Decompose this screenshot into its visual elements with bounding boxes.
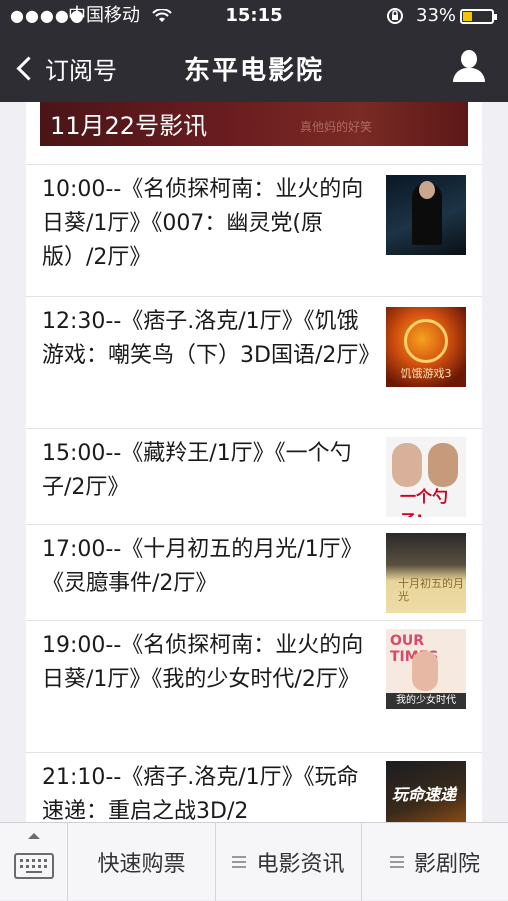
- schedule-text: 17:00--《十月初五的月光/1厅》《灵臆事件/2厅》: [42, 537, 363, 596]
- keyboard-toggle-button[interactable]: [0, 823, 68, 901]
- schedule-row[interactable]: 19:00--《名侦探柯南：业火的向日葵/1厅》《我的少女时代/2厅》 OUR …: [26, 620, 482, 752]
- chevron-up-icon: [28, 833, 40, 839]
- schedule-row[interactable]: 10:00--《名侦探柯南：业火的向日葵/1厅》《007：幽灵党(原版）/2厅》: [26, 164, 482, 296]
- status-bar: ●●●●● 中国移动 15:15 33%: [0, 0, 508, 32]
- schedule-row[interactable]: 15:00--《藏羚王/1厅》《一个勺子/2厅》 一个勺子!: [26, 428, 482, 524]
- menu-label: 快速购票: [97, 852, 186, 877]
- schedule-text: 10:00--《名侦探柯南：业火的向日葵/1厅》《007：幽灵党(原版）/2厅》: [42, 177, 364, 270]
- rotation-lock-icon: [387, 8, 403, 24]
- poster-image: OUR TIMES 我的少女时代: [386, 629, 466, 709]
- profile-icon[interactable]: [452, 48, 486, 84]
- top-bar: ●●●●● 中国移动 15:15 33% 订阅号 东平电影院: [0, 0, 508, 102]
- menu-movie-news[interactable]: 电影资讯: [216, 823, 362, 901]
- menu-label: 影剧院: [413, 852, 480, 877]
- poster-image: 一个勺子!: [386, 437, 466, 517]
- schedule-row[interactable]: 21:10--《痞子.洛克/1厅》《玩命速递：重启之战3D/2 玩命速递: [26, 752, 482, 822]
- banner-title: 11月22号影讯: [50, 112, 208, 140]
- menu-label: 电影资讯: [256, 852, 345, 877]
- nav-bar: 订阅号 东平电影院: [0, 32, 508, 102]
- schedule-text: 15:00--《藏羚王/1厅》《一个勺子/2厅》: [42, 441, 352, 500]
- battery-percentage: 33%: [416, 5, 457, 26]
- schedule-text: 12:30--《痞子.洛克/1厅》《饥饿游戏：嘲笑鸟（下）3D国语/2厅》: [42, 309, 381, 368]
- page-title: 东平电影院: [183, 56, 324, 86]
- list-icon: [232, 856, 247, 868]
- keyboard-icon: [14, 853, 54, 879]
- poster-image: 饥饿游戏3: [386, 307, 466, 387]
- poster-image: 玩命速递: [386, 761, 466, 822]
- schedule-row[interactable]: 12:30--《痞子.洛克/1厅》《饥饿游戏：嘲笑鸟（下）3D国语/2厅》 饥饿…: [26, 296, 482, 428]
- menu-quick-ticket[interactable]: 快速购票: [68, 823, 216, 901]
- poster-image: 十月初五的月光: [386, 533, 466, 613]
- menu-theater[interactable]: 影剧院: [362, 823, 508, 901]
- schedule-row[interactable]: 17:00--《十月初五的月光/1厅》《灵臆事件/2厅》 十月初五的月光: [26, 524, 482, 620]
- battery-icon: [460, 9, 497, 24]
- list-icon: [389, 856, 404, 868]
- article-content[interactable]: 真他妈的好笑 11月22号影讯 10:00--《名侦探柯南：业火的向日葵/1厅》…: [26, 102, 482, 822]
- poster-image: [386, 175, 466, 255]
- schedule-text: 21:10--《痞子.洛克/1厅》《玩命速递：重启之战3D/2: [42, 765, 359, 822]
- schedule-text: 19:00--《名侦探柯南：业火的向日葵/1厅》《我的少女时代/2厅》: [42, 633, 364, 692]
- bottom-menu: 快速购票 电影资讯 影剧院: [0, 822, 508, 901]
- banner-decoration: 真他妈的好笑: [300, 120, 373, 134]
- date-banner: 真他妈的好笑 11月22号影讯: [40, 102, 468, 146]
